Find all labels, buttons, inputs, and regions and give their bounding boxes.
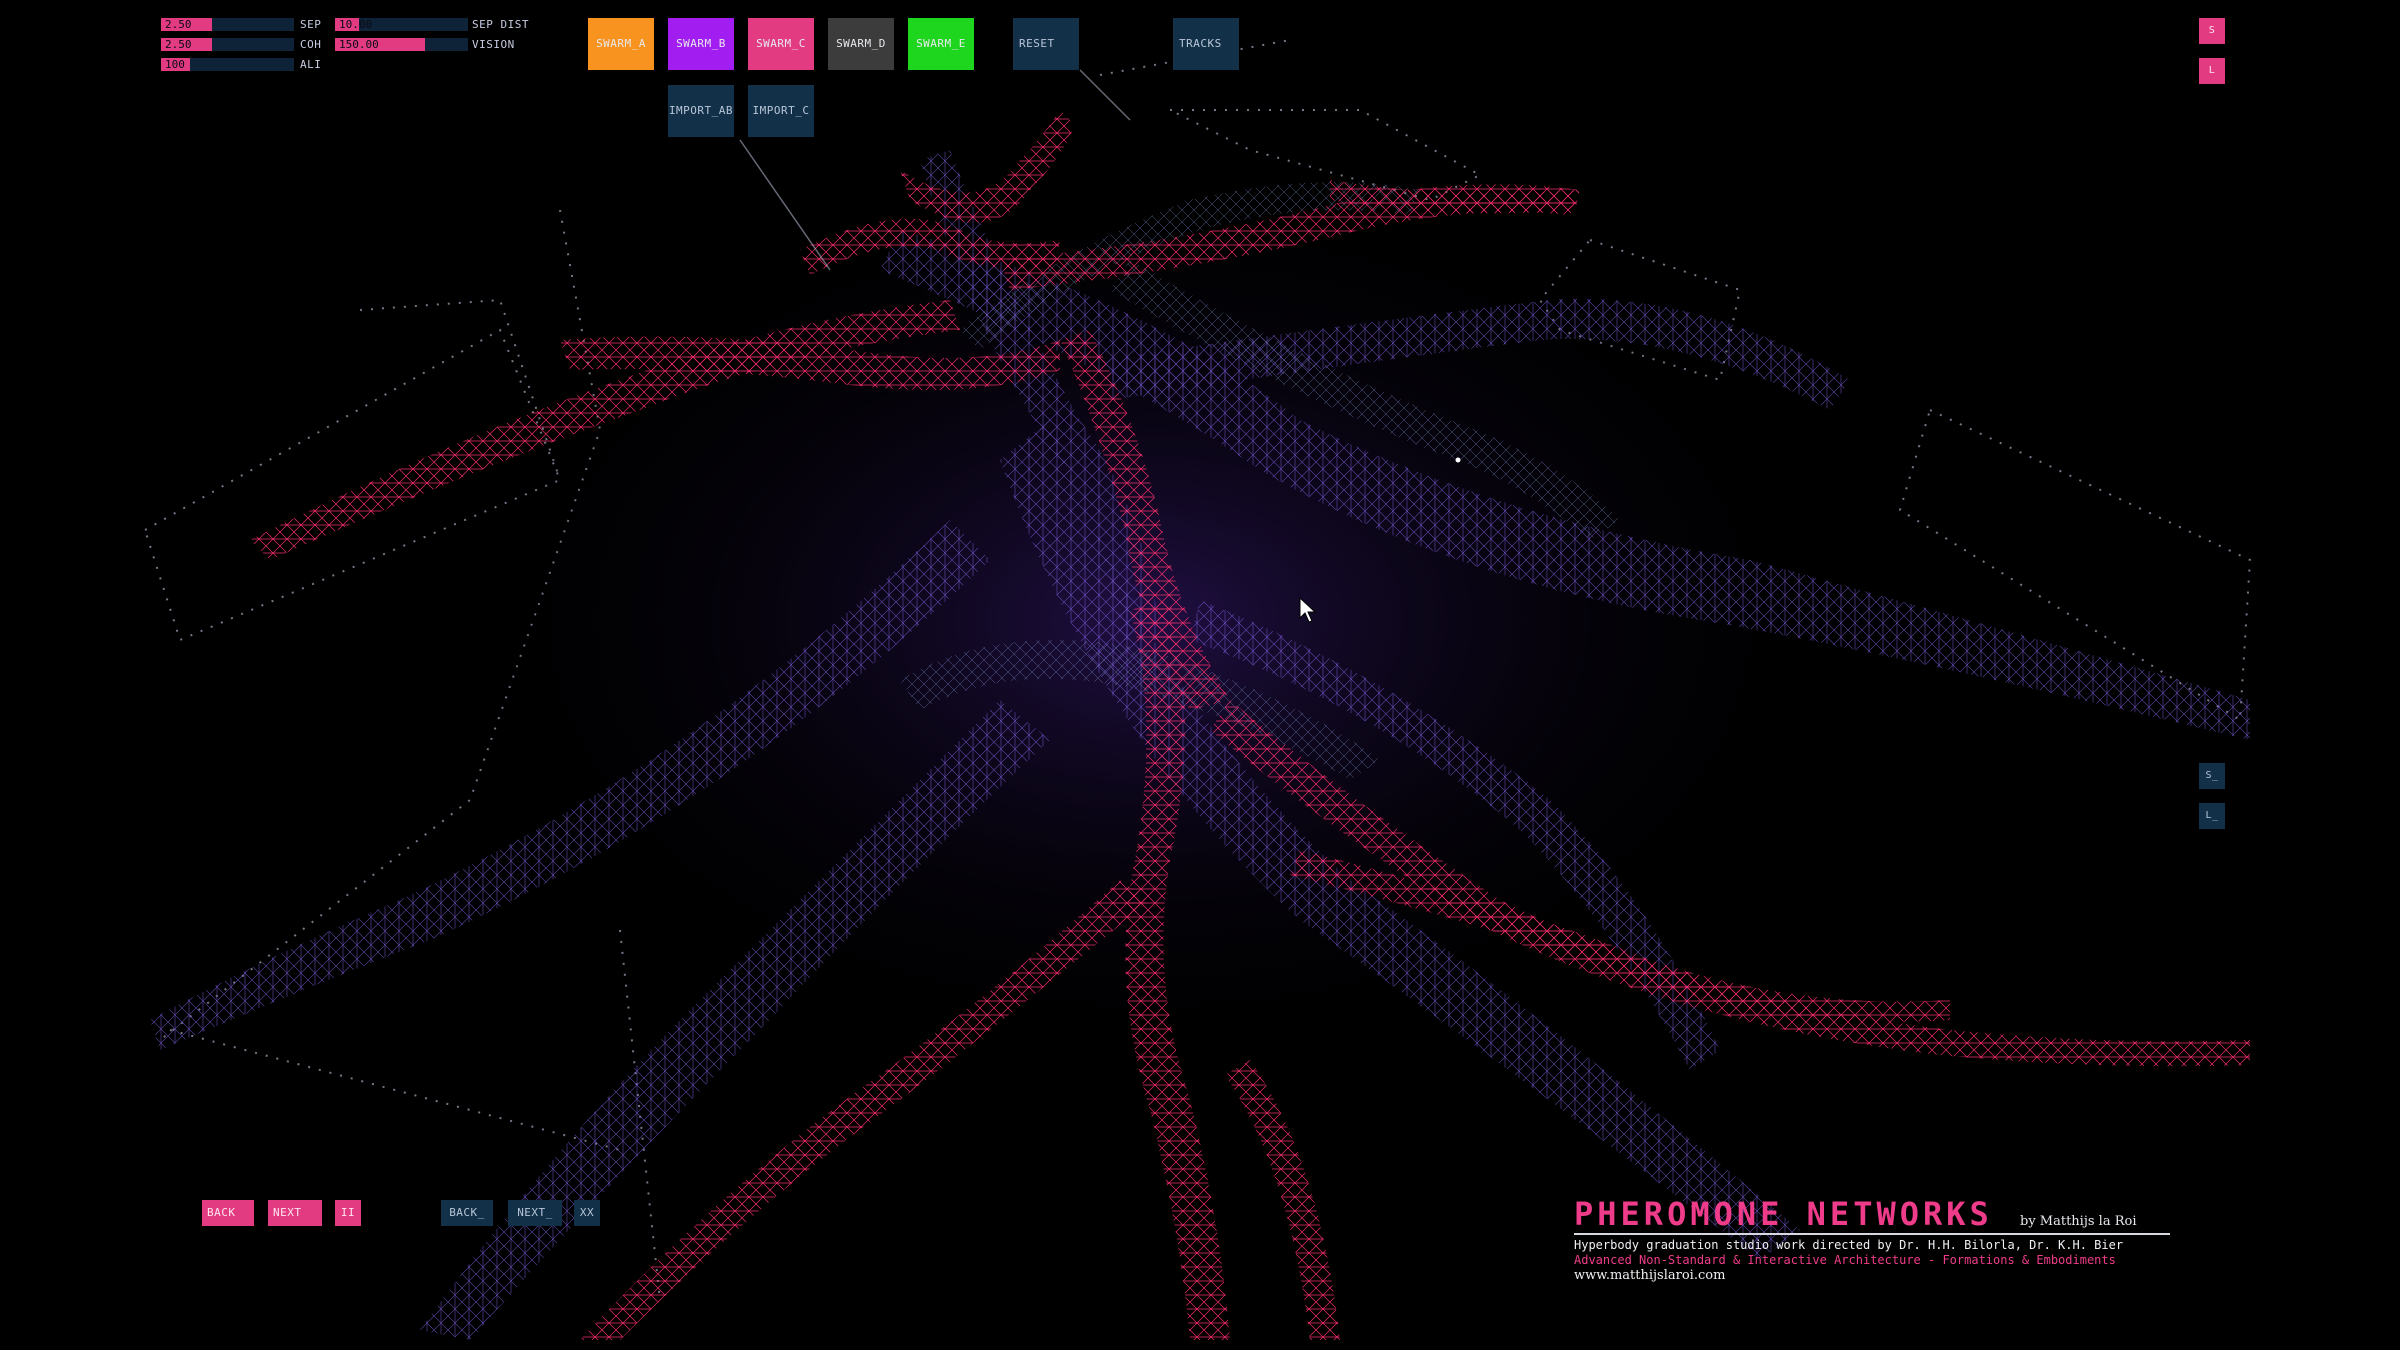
separation-label: SEP (300, 18, 322, 31)
swarm-e-button[interactable]: SWARM_E (908, 18, 974, 70)
separation-value: 2.50 (165, 18, 192, 31)
cohesion-label: COH (300, 38, 322, 51)
alignment-value: 100 (165, 58, 185, 71)
cohesion-value: 2.50 (165, 38, 192, 51)
course-line: Advanced Non-Standard & Interactive Arch… (1574, 1253, 2116, 1267)
reset-button[interactable]: RESET (1013, 18, 1079, 70)
vision-value: 150.00 (339, 38, 379, 51)
back-button[interactable]: BACK (202, 1200, 254, 1226)
swarm-b-button[interactable]: SWARM_B (668, 18, 734, 70)
separation-distance-label: SEP DIST (472, 18, 529, 31)
swarm-d-button[interactable]: SWARM_D (828, 18, 894, 70)
author-byline: by Matthijs la Roi (2020, 1214, 2137, 1229)
next-button[interactable]: NEXT (268, 1200, 322, 1226)
alignment-label: ALI (300, 58, 322, 71)
swarm-a-button[interactable]: SWARM_A (588, 18, 654, 70)
tracks-button[interactable]: TRACKS (1173, 18, 1239, 70)
right-top-button-2[interactable]: L (2199, 58, 2225, 84)
alignment-slider[interactable]: 100 (161, 58, 294, 71)
swarm-c-button[interactable]: SWARM_C (748, 18, 814, 70)
title-underline (1574, 1233, 2170, 1235)
separation-distance-value: 10.00 (339, 18, 373, 31)
pause-button[interactable]: II (335, 1200, 361, 1226)
separation-slider[interactable]: 2.50 (161, 18, 294, 31)
separation-distance-slider[interactable]: 10.00 (335, 18, 468, 31)
credit-line: Hyperbody graduation studio work directe… (1574, 1238, 2124, 1252)
project-title: PHEROMONE NETWORKS (1574, 1195, 1993, 1233)
back-secondary-button[interactable]: BACK_ (441, 1200, 493, 1226)
vision-label: VISION (472, 38, 515, 51)
network-visualization[interactable] (0, 0, 2400, 1350)
import-ab-button[interactable]: IMPORT_AB (668, 85, 734, 137)
website-link[interactable]: www.matthijslaroi.com (1574, 1268, 1725, 1283)
import-c-button[interactable]: IMPORT_C (748, 85, 814, 137)
close-secondary-button[interactable]: XX (574, 1200, 600, 1226)
vision-slider[interactable]: 150.00 (335, 38, 468, 51)
next-secondary-button[interactable]: NEXT_ (508, 1200, 562, 1226)
right-top-button-1[interactable]: S (2199, 18, 2225, 44)
right-mid-button-1[interactable]: S_ (2199, 763, 2225, 789)
right-mid-button-2[interactable]: L_ (2199, 803, 2225, 829)
cohesion-slider[interactable]: 2.50 (161, 38, 294, 51)
target-dot (1455, 457, 1461, 463)
